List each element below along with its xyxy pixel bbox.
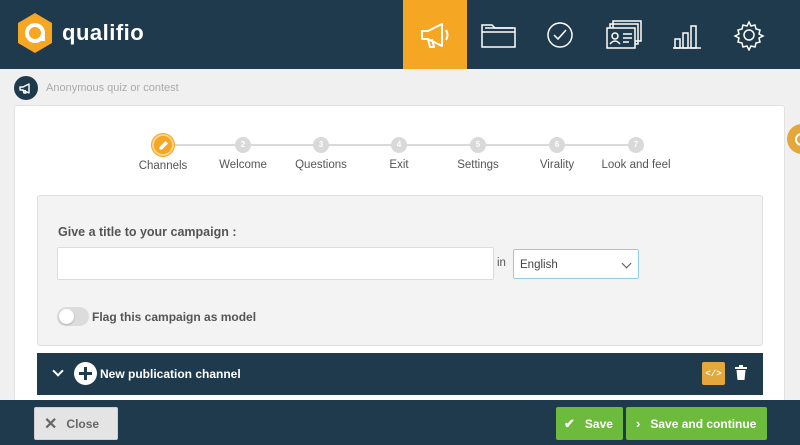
megaphone-icon xyxy=(421,22,449,48)
nav-campaigns[interactable] xyxy=(403,0,467,69)
step-number: 6 xyxy=(549,137,565,153)
language-value: English xyxy=(520,259,558,271)
step-channels[interactable]: Channels xyxy=(123,134,203,172)
campaign-title-input[interactable] xyxy=(57,247,494,280)
publication-channel-bar: New publication channel </> xyxy=(37,353,763,395)
nav-validation[interactable] xyxy=(528,0,592,69)
check-circle-icon xyxy=(547,21,573,48)
close-label: Close xyxy=(66,416,100,431)
step-label: Virality xyxy=(539,159,575,171)
step-label: Questions xyxy=(295,159,347,171)
nav-settings[interactable] xyxy=(717,0,781,69)
side-help-tab[interactable] xyxy=(787,124,800,154)
breadcrumb: Anonymous quiz or contest xyxy=(14,76,179,100)
model-toggle[interactable] xyxy=(57,307,89,326)
save-button[interactable]: ✔ Save xyxy=(556,407,623,440)
footer-actions: ✕ Close ✔ Save › Save and continue xyxy=(0,400,800,445)
top-navigation: qualifio xyxy=(0,0,800,69)
logo[interactable]: qualifio xyxy=(16,12,144,54)
language-select[interactable]: English xyxy=(513,249,639,279)
new-channel-label[interactable]: New publication channel xyxy=(100,367,241,381)
bar-chart-icon xyxy=(673,24,701,49)
chevron-down-icon xyxy=(621,258,632,269)
check-icon: ✔ xyxy=(564,415,575,431)
step-wizard: Channels 2 Welcome 3 Questions 4 Exit 5 … xyxy=(123,134,693,175)
toggle-knob xyxy=(59,309,74,324)
contacts-card-icon xyxy=(606,19,642,49)
campaign-title-panel: Give a title to your campaign : in Engli… xyxy=(37,195,763,346)
code-icon: </> xyxy=(705,368,722,379)
folder-icon xyxy=(481,23,516,48)
embed-code-button[interactable]: </> xyxy=(702,362,725,385)
step-label: Settings xyxy=(457,159,499,171)
gear-icon xyxy=(733,19,765,51)
step-virality[interactable]: 6 Virality xyxy=(517,135,597,171)
step-number: 2 xyxy=(235,137,251,153)
in-label: in xyxy=(497,257,506,269)
nav-statistics[interactable] xyxy=(655,0,719,69)
step-number: 7 xyxy=(628,137,644,153)
step-settings[interactable]: 5 Settings xyxy=(438,135,518,171)
step-label: Welcome xyxy=(219,159,267,171)
save-label: Save xyxy=(584,416,613,431)
nav-contacts[interactable] xyxy=(592,0,656,69)
chevron-down-icon[interactable] xyxy=(52,365,64,377)
megaphone-icon xyxy=(14,76,38,100)
step-questions[interactable]: 3 Questions xyxy=(281,135,361,171)
chevron-right-icon: › xyxy=(636,416,641,431)
step-number: 5 xyxy=(470,137,486,153)
step-label: Look and feel xyxy=(601,159,671,171)
pencil-icon xyxy=(152,134,174,156)
save-and-continue-button[interactable]: › Save and continue xyxy=(626,407,767,440)
brand-name: qualifio xyxy=(62,20,145,45)
step-welcome[interactable]: 2 Welcome xyxy=(203,135,283,171)
close-icon: ✕ xyxy=(44,415,58,433)
step-number: 3 xyxy=(313,137,329,153)
trash-icon[interactable] xyxy=(734,365,748,381)
save-continue-label: Save and continue xyxy=(650,416,757,431)
title-label: Give a title to your campaign : xyxy=(58,225,237,239)
add-channel-icon[interactable] xyxy=(74,362,97,385)
step-label: Channels xyxy=(138,160,188,172)
step-label: Exit xyxy=(389,159,409,171)
step-exit[interactable]: 4 Exit xyxy=(359,135,439,171)
model-toggle-label: Flag this campaign as model xyxy=(92,310,257,324)
campaign-type-label: Anonymous quiz or contest xyxy=(46,82,179,94)
step-number: 4 xyxy=(391,137,407,153)
step-look-and-feel[interactable]: 7 Look and feel xyxy=(596,135,676,171)
nav-folders[interactable] xyxy=(467,0,531,69)
logo-hex-icon xyxy=(18,13,52,53)
close-button[interactable]: ✕ Close xyxy=(34,407,118,440)
